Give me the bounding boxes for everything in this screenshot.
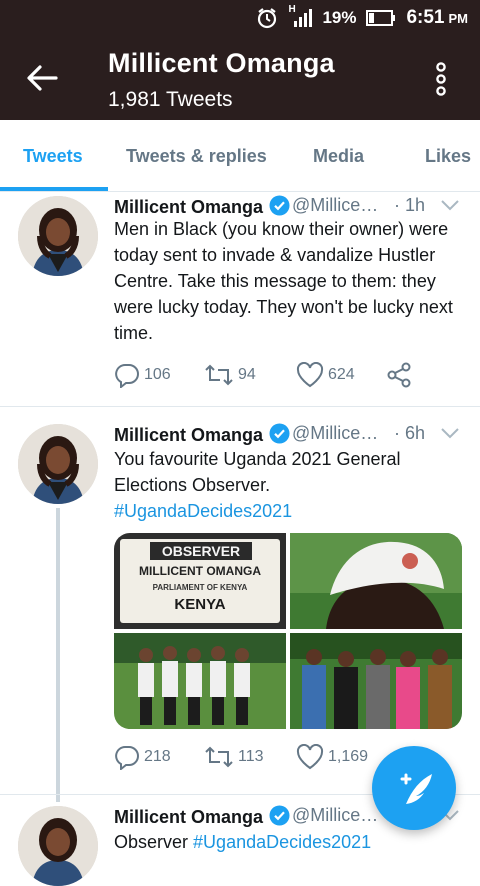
- reply-count: 218: [144, 748, 171, 765]
- media-image-cap[interactable]: [290, 533, 462, 629]
- like-count: 624: [328, 366, 355, 383]
- media-image-group-white[interactable]: [114, 633, 286, 729]
- author-name[interactable]: Millicent Omanga: [114, 805, 290, 828]
- reply-icon: [115, 746, 139, 770]
- tweet-text: Men in Black (you know their owner) were…: [114, 219, 453, 343]
- like-button[interactable]: 624: [296, 362, 355, 388]
- hashtag-link[interactable]: #UgandaDecides2021: [193, 832, 371, 852]
- badge-org: PARLIAMENT OF KENYA: [152, 583, 248, 592]
- avatar[interactable]: [18, 196, 98, 276]
- badge-country: KENYA: [174, 596, 226, 613]
- compose-feather-icon: [400, 773, 432, 804]
- tweet-text-body: Observer: [114, 832, 189, 852]
- tweet-time: · 1h: [394, 195, 426, 215]
- reply-button[interactable]: 106: [114, 362, 171, 388]
- verified-badge-icon: [269, 423, 290, 444]
- share-icon: [387, 362, 411, 388]
- share-button[interactable]: [386, 362, 416, 388]
- verified-badge-icon: [269, 195, 290, 216]
- retweet-button[interactable]: 94: [204, 362, 256, 388]
- like-button[interactable]: 1,169: [296, 744, 368, 770]
- verified-badge-icon: [269, 805, 290, 826]
- like-count: 1,169: [328, 748, 369, 765]
- avatar[interactable]: [18, 424, 98, 504]
- retweet-button[interactable]: 113: [204, 744, 264, 770]
- reply-button[interactable]: 218: [114, 744, 171, 770]
- author-name[interactable]: Millicent Omanga: [114, 195, 290, 218]
- retweet-count: 113: [238, 748, 264, 765]
- author-name-text: Millicent Omanga: [114, 425, 264, 445]
- retweet-icon: [205, 746, 233, 768]
- reply-icon: [115, 364, 139, 388]
- chevron-down-icon[interactable]: [440, 426, 460, 440]
- heart-icon: [296, 362, 324, 388]
- tweet-media-grid: OBSERVER MILLICENT OMANGA PARLIAMENT OF …: [114, 533, 462, 729]
- retweet-icon: [205, 364, 233, 386]
- chevron-down-icon[interactable]: [440, 198, 460, 212]
- author-handle[interactable]: @Millice…: [292, 195, 378, 216]
- media-image-observer-badge[interactable]: OBSERVER MILLICENT OMANGA PARLIAMENT OF …: [114, 533, 286, 629]
- heart-icon: [296, 744, 324, 770]
- thread-line: [56, 508, 60, 802]
- avatar[interactable]: [18, 806, 98, 886]
- tweet-1[interactable]: Millicent Omanga @Millice… · 1h Men in B…: [0, 0, 480, 406]
- badge-name: MILLICENT OMANGA: [139, 564, 261, 578]
- compose-tweet-button[interactable]: [372, 746, 456, 830]
- hashtag-link[interactable]: #UgandaDecides2021: [114, 501, 292, 521]
- tweet-time: · 6h: [394, 423, 426, 443]
- reply-count: 106: [144, 366, 171, 383]
- badge-title: OBSERVER: [150, 542, 252, 560]
- retweet-count: 94: [238, 366, 256, 383]
- author-handle[interactable]: @Millice…: [292, 805, 378, 826]
- media-image-group-women[interactable]: [290, 633, 462, 729]
- tweet-text: You favourite Uganda 2021 General Electi…: [114, 446, 464, 524]
- author-name-text: Millicent Omanga: [114, 197, 264, 217]
- tweet-text: Observer #UgandaDecides2021: [114, 829, 464, 855]
- tweet-actions: 106 94 624: [114, 362, 454, 392]
- author-name[interactable]: Millicent Omanga: [114, 423, 290, 446]
- author-handle[interactable]: @Millice…: [292, 423, 378, 444]
- author-name-text: Millicent Omanga: [114, 807, 264, 827]
- tweet-text-body: You favourite Uganda 2021 General Electi…: [114, 449, 401, 495]
